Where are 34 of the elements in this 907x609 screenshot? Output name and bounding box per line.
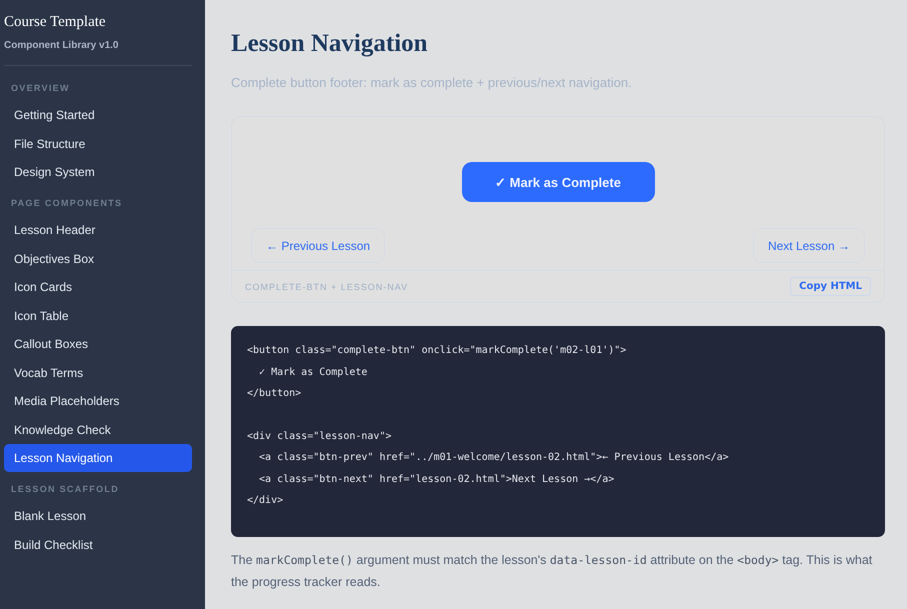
- sidebar-item[interactable]: Build Checklist: [4, 530, 192, 558]
- code-line: <a class="btn-prev" href="../m01-welcome/lesson-02.html">← Previous Lesson</a>: [258, 451, 730, 465]
- section-heading: LESSON SCAFFOLD: [10, 484, 120, 494]
- copy-html-button[interactable]: Copy HTML: [790, 277, 871, 296]
- note-paragraph: The markComplete() argument must match the lesson's data-lesson-id attribute on the <body> tag. This is what the progress tracker reads.: [231, 552, 874, 591]
- page-subtitle: Complete button footer: mark as complete + previous/next navigation.: [231, 75, 633, 90]
- sidebar-item[interactable]: Knowledge Check: [4, 416, 192, 444]
- code-line: </button>: [247, 387, 302, 401]
- app-title: Course Template: [4, 14, 107, 31]
- sidebar-item[interactable]: File Structure: [4, 130, 192, 158]
- code-line: </div>: [247, 494, 284, 508]
- sidebar-item[interactable]: Media Placeholders: [4, 387, 192, 415]
- code-line: <button class="complete-btn" onclick="markComplete('m02-l01')">: [247, 344, 628, 358]
- sidebar-item[interactable]: Vocab Terms: [4, 358, 192, 386]
- section-heading: OVERVIEW: [10, 83, 71, 93]
- component-label: COMPLETE-BTN + LESSON-NAV: [245, 282, 408, 292]
- mark-complete-button[interactable]: ✓ Mark as Complete: [462, 162, 654, 202]
- app-subtitle: Component Library v1.0: [4, 40, 120, 51]
- sidebar-item[interactable]: Blank Lesson: [4, 502, 192, 530]
- previous-lesson-button[interactable]: ← Previous Lesson: [251, 228, 386, 263]
- sidebar-item[interactable]: Lesson Header: [4, 216, 192, 244]
- sidebar-item[interactable]: Getting Started: [4, 101, 192, 129]
- sidebar-item[interactable]: Design System: [4, 158, 192, 186]
- sidebar-item[interactable]: Icon Cards: [4, 273, 192, 301]
- sidebar-item[interactable]: Callout Boxes: [4, 330, 192, 358]
- code-line: ✓ Mark as Complete: [258, 366, 368, 380]
- section-heading: PAGE COMPONENTS: [10, 198, 124, 208]
- sidebar-item[interactable]: Objectives Box: [4, 244, 192, 272]
- code-line: <div class="lesson-nav">: [247, 430, 392, 444]
- sidebar-item[interactable]: Lesson Navigation: [4, 444, 192, 472]
- next-lesson-button[interactable]: Next Lesson →: [752, 228, 865, 263]
- sidebar-item[interactable]: Icon Table: [4, 302, 192, 330]
- page-title: Lesson Navigation: [231, 30, 429, 58]
- code-line: <a class="btn-next" href="lesson-02.html">Next Lesson →</a>: [258, 472, 616, 486]
